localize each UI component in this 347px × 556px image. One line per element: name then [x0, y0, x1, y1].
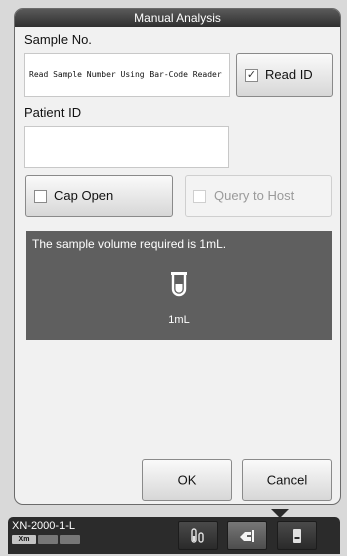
- manual-analysis-dialog: Manual Analysis Sample No. Read Sample N…: [14, 8, 341, 505]
- sample-no-value: Read Sample Number Using Bar-Code Reader: [29, 70, 222, 79]
- read-id-checkbox[interactable]: ✓: [245, 69, 258, 82]
- manual-analysis-button[interactable]: [227, 521, 267, 550]
- sample-volume-info-panel: The sample volume required is 1mL. 1mL: [26, 231, 332, 340]
- patient-id-field[interactable]: [24, 126, 229, 168]
- sample-volume-message: The sample volume required is 1mL.: [32, 237, 227, 251]
- sample-tubes-icon: [191, 527, 204, 543]
- analyzer-unit-icon: [293, 528, 301, 543]
- ok-label: OK: [177, 472, 197, 488]
- taskbar: XN-2000-1-L Xm: [8, 517, 340, 554]
- manual-analysis-icon: [240, 529, 254, 542]
- sample-no-field[interactable]: Read Sample Number Using Bar-Code Reader: [24, 53, 230, 97]
- sample-no-label: Sample No.: [24, 32, 92, 47]
- dialog-title: Manual Analysis: [15, 9, 340, 27]
- cap-open-checkbox[interactable]: [34, 190, 47, 203]
- cancel-button[interactable]: Cancel: [242, 459, 332, 501]
- patient-id-label: Patient ID: [24, 105, 82, 120]
- query-to-host-checkbox[interactable]: [193, 190, 206, 203]
- cap-open-button[interactable]: Cap Open: [25, 175, 173, 217]
- sample-tubes-button[interactable]: [178, 521, 218, 550]
- query-to-host-button[interactable]: Query to Host: [185, 175, 332, 217]
- device-badge-inactive: [60, 535, 80, 544]
- read-id-button[interactable]: ✓ Read ID: [236, 53, 333, 97]
- device-status-badges: Xm: [12, 535, 80, 544]
- device-name: XN-2000-1-L: [12, 520, 75, 532]
- analyzer-unit-button[interactable]: [277, 521, 317, 550]
- read-id-label: Read ID: [265, 67, 313, 82]
- cancel-label: Cancel: [266, 472, 308, 488]
- sample-volume-value: 1mL: [168, 314, 190, 326]
- device-badge-inactive: [38, 535, 58, 544]
- sample-tube-icon: [170, 271, 188, 302]
- device-badge: Xm: [12, 535, 36, 544]
- query-to-host-label: Query to Host: [214, 188, 295, 203]
- ok-button[interactable]: OK: [142, 459, 232, 501]
- cap-open-label: Cap Open: [54, 188, 114, 203]
